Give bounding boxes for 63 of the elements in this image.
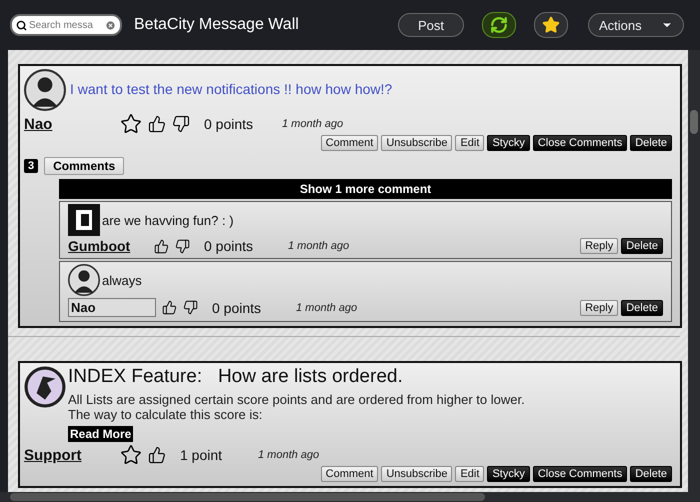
post-message: I want to test the new notifications !! how how how!? <box>70 81 394 97</box>
comment-time: 1 month ago <box>296 302 358 314</box>
post-body: All Lists are assigned certain score points and are ordered from higher to lower. The way to calculate this score is: <box>68 392 526 422</box>
star-icon[interactable] <box>120 113 142 135</box>
search-icon <box>16 20 27 30</box>
window-title: BetaCity Message Wall <box>134 16 300 34</box>
thumbs-down-icon[interactable] <box>175 238 190 254</box>
star-icon[interactable] <box>120 444 142 466</box>
read-more-link[interactable]: Read More <box>68 426 134 442</box>
post-time: 1 month ago <box>282 118 344 130</box>
post-time: 1 month ago <box>258 449 320 461</box>
avatar-icon <box>24 69 66 111</box>
dark-button[interactable]: Close Comments <box>532 135 628 151</box>
thumbs-down-icon[interactable] <box>183 300 198 315</box>
clear-icon[interactable] <box>105 20 116 30</box>
points-label: 0 points <box>212 300 262 316</box>
logo-icon <box>24 366 66 408</box>
search-field[interactable]: Search messa <box>10 14 122 36</box>
dark-button[interactable]: Delete <box>621 238 663 254</box>
comment-text: are we havving fun? : ) <box>102 212 234 228</box>
author-link[interactable]: Support <box>24 446 110 464</box>
dark-button[interactable]: Delete <box>630 466 672 482</box>
thumbs-up-icon[interactable] <box>148 115 166 133</box>
points-label: 0 points <box>204 238 254 254</box>
search-input[interactable]: Search messa <box>29 20 103 30</box>
post-title: INDEX Feature: How are lists ordered. <box>68 366 404 388</box>
refresh-icon <box>490 16 508 34</box>
dark-button[interactable]: Close Comments <box>532 466 628 482</box>
favorites-button[interactable] <box>534 12 568 38</box>
scrollbar-thumb[interactable] <box>690 110 698 134</box>
scrollbar-thumb[interactable] <box>10 493 485 501</box>
actions-dropdown[interactable]: Actions <box>588 13 684 37</box>
comment-count: 3 <box>24 159 38 173</box>
thumbs-up-icon[interactable] <box>148 446 166 464</box>
thumbs-up-icon[interactable] <box>162 300 177 315</box>
dark-button[interactable]: Delete <box>621 300 663 316</box>
action-button[interactable]: Unsubscribe <box>381 466 452 482</box>
thumbs-up-icon[interactable] <box>154 238 169 254</box>
post-button[interactable]: Post <box>398 13 464 37</box>
show-more-button[interactable]: Show 1 more comment <box>59 179 672 199</box>
thumbs-down-icon[interactable] <box>172 115 190 133</box>
dark-button[interactable]: Stycky <box>487 466 530 482</box>
action-button[interactable]: Comment <box>320 466 378 482</box>
comment-time: 1 month ago <box>288 240 350 252</box>
action-button[interactable]: Edit <box>455 466 484 482</box>
star-icon <box>542 16 560 34</box>
dark-button[interactable]: Stycky <box>487 135 530 151</box>
action-button[interactable]: Edit <box>455 135 484 151</box>
comment-text: always <box>102 272 142 288</box>
action-button[interactable]: Reply <box>580 238 618 254</box>
author-name: Nao <box>68 298 156 317</box>
dark-button[interactable]: Delete <box>630 135 672 151</box>
refresh-button[interactable] <box>482 12 516 38</box>
author-link[interactable]: Gumboot <box>68 238 148 254</box>
comments-button[interactable]: Comments <box>44 157 124 175</box>
action-button[interactable]: Unsubscribe <box>381 135 452 151</box>
author-link[interactable]: Nao <box>24 116 110 132</box>
points-label: 1 point <box>180 447 224 463</box>
avatar-icon <box>68 204 100 236</box>
action-button[interactable]: Comment <box>320 135 378 151</box>
points-label: 0 points <box>204 116 254 132</box>
action-button[interactable]: Reply <box>580 300 618 316</box>
avatar-icon <box>68 264 100 296</box>
